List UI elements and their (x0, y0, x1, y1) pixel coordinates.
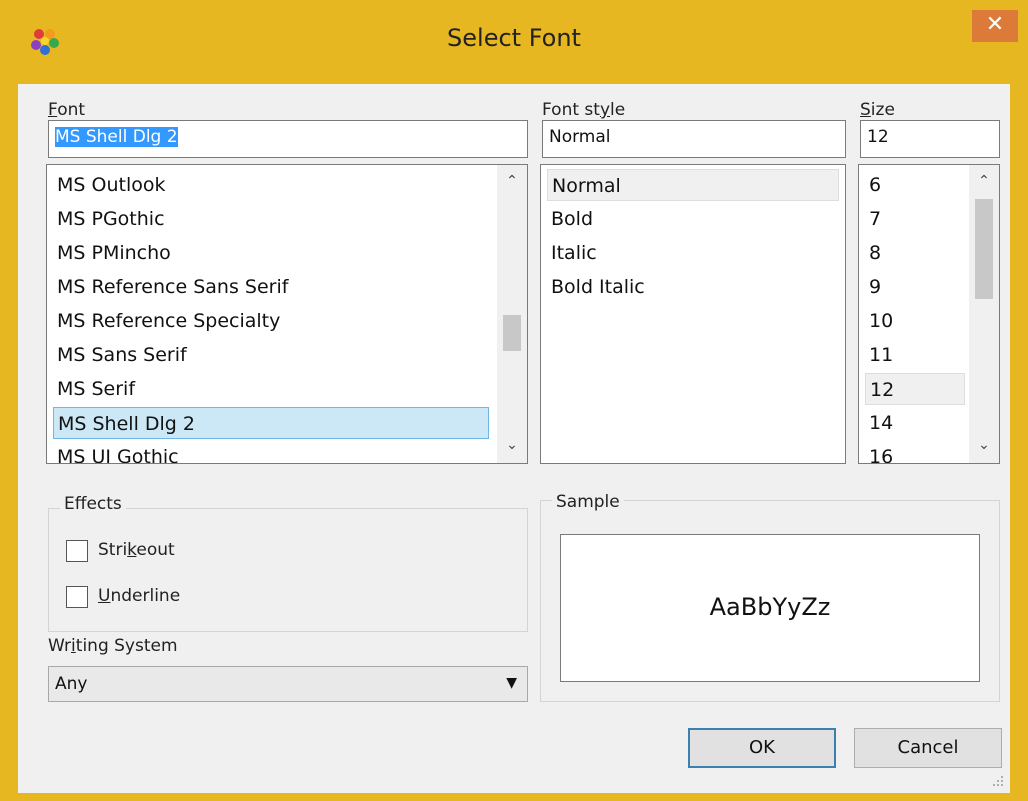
scroll-down-icon[interactable]: ⌄ (975, 437, 993, 453)
scroll-thumb[interactable] (975, 199, 993, 299)
size-list-item[interactable]: 12 (865, 373, 965, 405)
font-style-list-item[interactable]: Bold (547, 203, 839, 235)
close-button[interactable]: ✕ (972, 10, 1018, 42)
resize-grip-icon[interactable] (990, 773, 1004, 787)
font-list-item[interactable]: MS Shell Dlg 2 (53, 407, 489, 439)
font-list-item[interactable]: MS UI Gothic (53, 441, 489, 463)
ok-button[interactable]: OK (688, 728, 836, 768)
writing-system-value: Any (55, 674, 88, 694)
font-style-input[interactable]: Normal (542, 120, 846, 158)
dialog-window: Select Font ✕ Font MS Shell Dlg 2 MS Out… (0, 0, 1028, 801)
font-list-item[interactable]: MS Sans Serif (53, 339, 489, 371)
writing-system-label: Writing System (48, 636, 178, 656)
cancel-button[interactable]: Cancel (854, 728, 1002, 768)
size-list-item[interactable]: 16 (865, 441, 965, 463)
font-style-list-item[interactable]: Bold Italic (547, 271, 839, 303)
size-list-item[interactable]: 10 (865, 305, 965, 337)
underline-label[interactable]: Underline (98, 586, 180, 606)
size-input[interactable]: 12 (860, 120, 1000, 158)
font-list[interactable]: MS Outlook MS PGothic MS PMincho MS Referen… (46, 164, 528, 464)
scroll-down-icon[interactable]: ⌄ (503, 437, 521, 453)
title-bar[interactable]: Select Font ✕ (0, 0, 1028, 84)
size-list[interactable]: 6 7 8 9 10 11 12 14 16 ⌃ ⌄ (858, 164, 1000, 464)
font-label: Font (48, 100, 86, 120)
font-list-scrollbar[interactable]: ⌃ ⌄ (497, 165, 527, 463)
scroll-up-icon[interactable]: ⌃ (975, 173, 993, 189)
font-list-item[interactable]: MS PGothic (53, 203, 489, 235)
underline-checkbox[interactable] (66, 586, 88, 608)
font-style-list-item[interactable]: Normal (547, 169, 839, 201)
sample-preview: AaBbYyZz (560, 534, 980, 682)
font-style-label: Font style (542, 100, 626, 120)
size-list-item[interactable]: 14 (865, 407, 965, 439)
font-list-item[interactable]: MS Serif (53, 373, 489, 405)
sample-text: AaBbYyZz (709, 593, 831, 621)
size-label: Size (860, 100, 895, 120)
size-list-scrollbar[interactable]: ⌃ ⌄ (969, 165, 999, 463)
font-name-input[interactable]: MS Shell Dlg 2 (48, 120, 528, 158)
strikeout-checkbox[interactable] (66, 540, 88, 562)
font-list-item[interactable]: MS Reference Specialty (53, 305, 489, 337)
strikeout-label[interactable]: Strikeout (98, 540, 175, 560)
dialog-title: Select Font (447, 24, 581, 52)
scroll-up-icon[interactable]: ⌃ (503, 173, 521, 189)
dialog-body: Font MS Shell Dlg 2 MS Outlook MS PGothic… (18, 84, 1010, 793)
font-name-value: MS Shell Dlg 2 (55, 127, 178, 147)
size-list-item[interactable]: 8 (865, 237, 965, 269)
effects-group (48, 508, 528, 632)
scroll-thumb[interactable] (503, 315, 521, 351)
font-style-value: Normal (549, 127, 611, 147)
font-list-item[interactable]: MS Outlook (53, 169, 489, 201)
font-list-item[interactable]: MS Reference Sans Serif (53, 271, 489, 303)
sample-label: Sample (552, 492, 624, 512)
font-list-item[interactable]: MS PMincho (53, 237, 489, 269)
effects-label: Effects (60, 494, 126, 514)
writing-system-select[interactable]: Any ▼ (48, 666, 528, 702)
size-list-item[interactable]: 7 (865, 203, 965, 235)
size-list-item[interactable]: 9 (865, 271, 965, 303)
size-list-item[interactable]: 11 (865, 339, 965, 371)
size-list-item[interactable]: 6 (865, 169, 965, 201)
font-style-list-item[interactable]: Italic (547, 237, 839, 269)
font-style-list[interactable]: Normal Bold Italic Bold Italic (540, 164, 846, 464)
dropdown-arrow-icon[interactable]: ▼ (506, 675, 517, 691)
size-value: 12 (867, 127, 889, 147)
